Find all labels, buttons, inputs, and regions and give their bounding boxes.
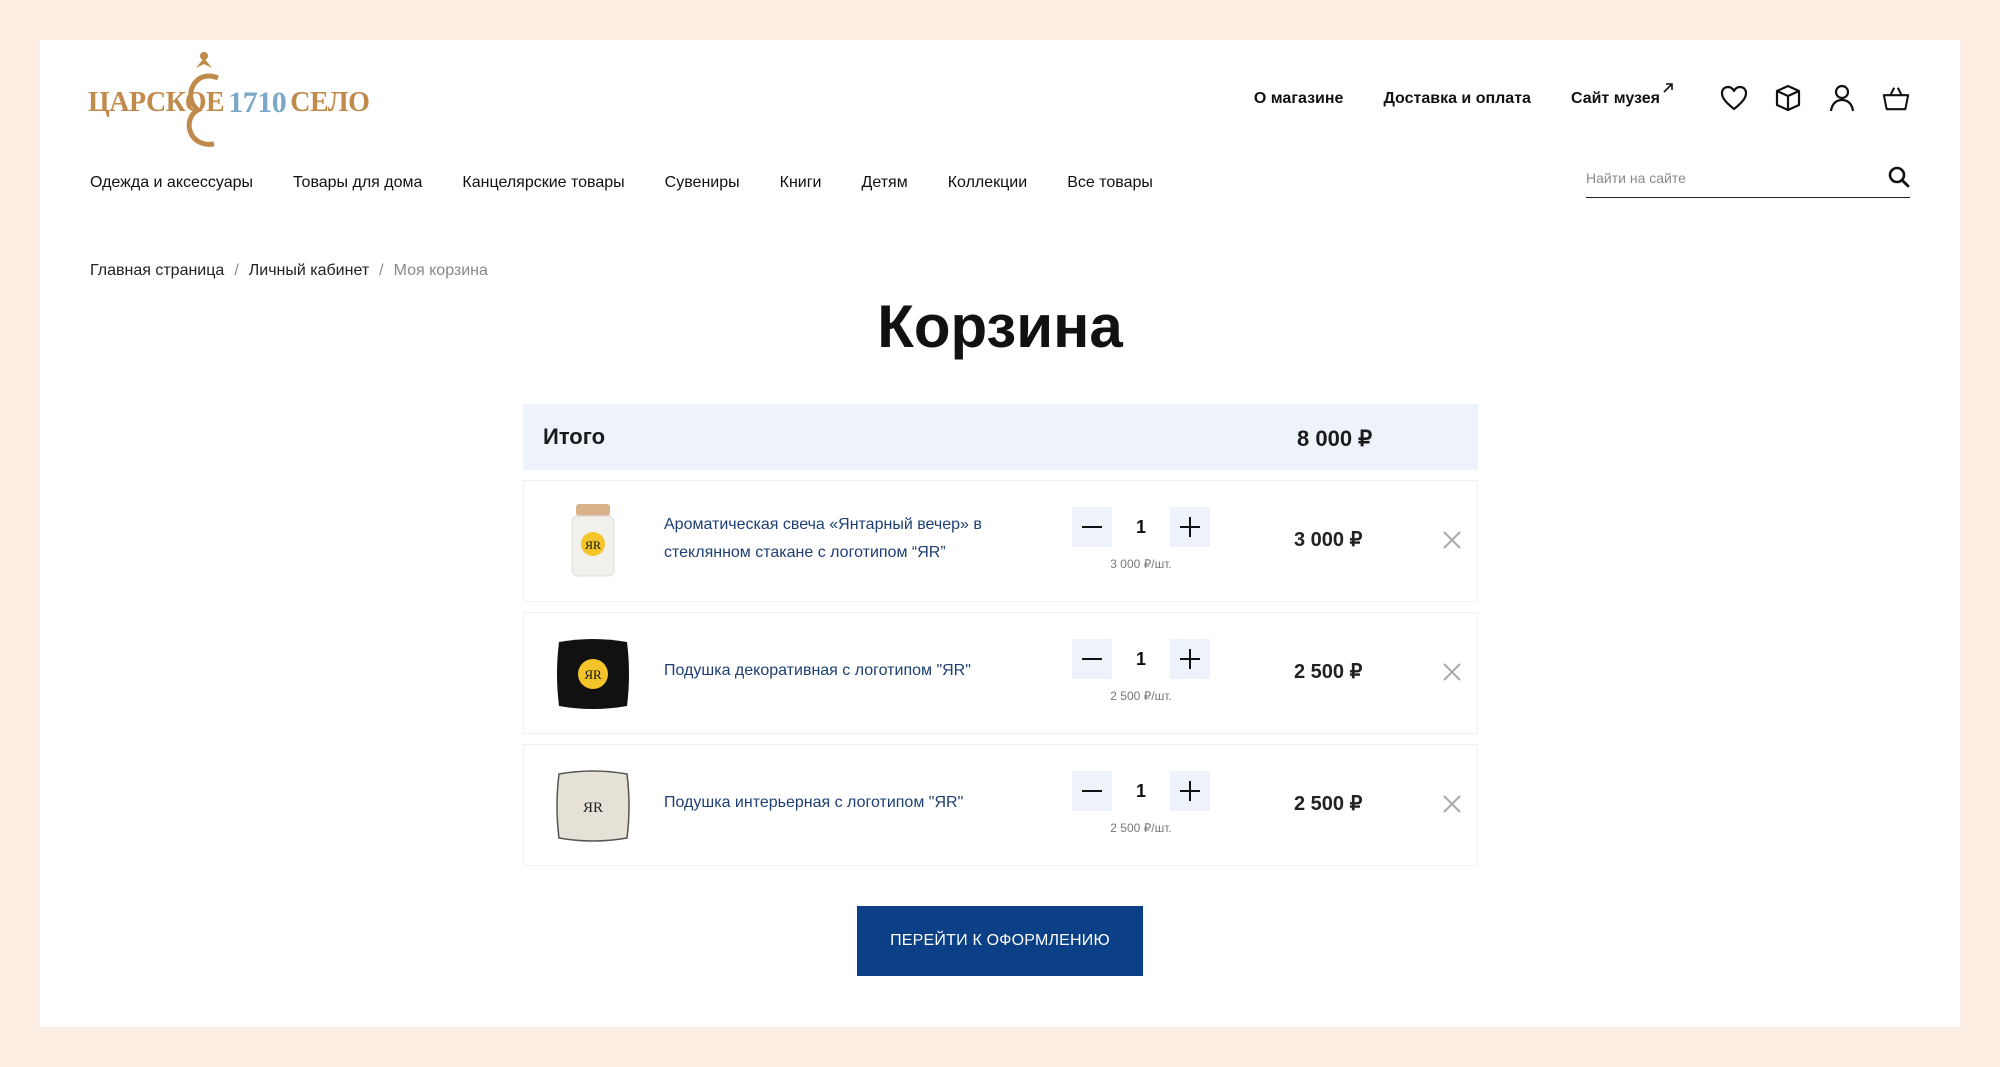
top-navigation: О магазине Доставка и оплата Сайт музея (1254, 83, 1673, 108)
logo-name-right: СЕЛО (290, 87, 370, 118)
quantity-stepper (1072, 769, 1210, 813)
category-souvenirs[interactable]: Сувениры (665, 174, 740, 192)
page-title: Корзина (877, 293, 1123, 360)
quantity-stepper (1072, 637, 1210, 681)
decrease-quantity-button[interactable] (1072, 771, 1112, 811)
quantity-stepper (1072, 505, 1210, 549)
checkout-button[interactable]: ПЕРЕЙТИ К ОФОРМЛЕНИЮ (857, 906, 1143, 976)
product-image-black-pillow[interactable]: ЯR (550, 631, 636, 717)
decrease-quantity-button[interactable] (1072, 507, 1112, 547)
search-input[interactable] (1586, 169, 1866, 186)
header-icons (1720, 84, 1910, 112)
svg-text:ЯR: ЯR (585, 538, 601, 552)
decrease-quantity-button[interactable] (1072, 639, 1112, 679)
increase-quantity-button[interactable] (1170, 639, 1210, 679)
breadcrumb-separator: / (234, 262, 239, 279)
cart: Итого 8 000 ₽ ЯR Ароматическая свеча «Ян… (523, 404, 1478, 866)
quantity-input[interactable] (1112, 507, 1170, 547)
logo-monogram-icon (186, 52, 219, 147)
remove-item-icon[interactable] (1441, 793, 1465, 817)
product-image-candle[interactable]: ЯR (550, 499, 636, 585)
logo-year: 1710 (228, 86, 287, 119)
category-stationery[interactable]: Канцелярские товары (462, 174, 624, 192)
remove-item-icon[interactable] (1441, 529, 1465, 553)
site-logo[interactable]: ЦАРСКОЕ 1710 СЕЛО (88, 48, 370, 158)
category-navigation: Одежда и аксессуары Товары для дома Канц… (90, 174, 1153, 192)
breadcrumb-separator: / (379, 262, 384, 279)
breadcrumb: Главная страница / Личный кабинет / Моя … (90, 262, 488, 280)
nav-delivery[interactable]: Доставка и оплата (1383, 90, 1531, 108)
category-home[interactable]: Товары для дома (293, 174, 422, 192)
unit-price: 2 500 ₽/шт. (1110, 689, 1172, 703)
external-link-icon (1663, 83, 1673, 93)
item-price: 3 000 ₽ (1294, 529, 1363, 551)
cart-summary: Итого 8 000 ₽ (523, 404, 1478, 470)
nav-about[interactable]: О магазине (1254, 90, 1344, 108)
cart-item: ЯR Подушка интерьерная с логотипом "ЯR" … (523, 744, 1478, 866)
quantity-input[interactable] (1112, 771, 1170, 811)
basket-icon[interactable] (1882, 84, 1910, 112)
category-kids[interactable]: Детям (862, 174, 908, 192)
product-name[interactable]: Подушка интерьерная с логотипом "ЯR" (664, 789, 1004, 817)
breadcrumb-current: Моя корзина (393, 262, 488, 279)
svg-text:ЯR: ЯR (584, 667, 602, 682)
category-collections[interactable]: Коллекции (948, 174, 1027, 192)
unit-price: 3 000 ₽/шт. (1110, 557, 1172, 571)
category-clothing[interactable]: Одежда и аксессуары (90, 174, 253, 192)
increase-quantity-button[interactable] (1170, 507, 1210, 547)
nav-museum-site[interactable]: Сайт музея (1570, 83, 1673, 108)
product-name[interactable]: Подушка декоративная с логотипом "ЯR" (664, 657, 1004, 685)
category-all[interactable]: Все товары (1067, 174, 1153, 192)
breadcrumb-home[interactable]: Главная страница (90, 262, 224, 280)
page: ЦАРСКОЕ 1710 СЕЛО О магазине Доставка и … (40, 40, 1960, 1027)
product-image-beige-pillow[interactable]: ЯR (550, 763, 636, 849)
svg-text:ЯR: ЯR (583, 800, 603, 816)
item-price: 2 500 ₽ (1294, 793, 1363, 815)
increase-quantity-button[interactable] (1170, 771, 1210, 811)
search-icon[interactable] (1888, 166, 1910, 193)
search-bar (1586, 158, 1910, 198)
cart-item: ЯR Ароматическая свеча «Янтарный вечер» … (523, 480, 1478, 602)
box-icon[interactable] (1774, 84, 1802, 112)
quantity-input[interactable] (1112, 639, 1170, 679)
remove-item-icon[interactable] (1441, 661, 1465, 685)
item-price: 2 500 ₽ (1294, 661, 1363, 683)
breadcrumb-account[interactable]: Личный кабинет (249, 262, 369, 280)
summary-total: 8 000 ₽ (1297, 426, 1373, 451)
heart-icon[interactable] (1720, 84, 1748, 112)
product-name[interactable]: Ароматическая свеча «Янтарный вечер» в с… (664, 511, 1004, 567)
cart-item: ЯR Подушка декоративная с логотипом "ЯR"… (523, 612, 1478, 734)
nav-museum-site-label: Сайт музея (1570, 90, 1660, 107)
unit-price: 2 500 ₽/шт. (1110, 821, 1172, 835)
category-books[interactable]: Книги (780, 174, 822, 192)
user-icon[interactable] (1828, 84, 1856, 112)
